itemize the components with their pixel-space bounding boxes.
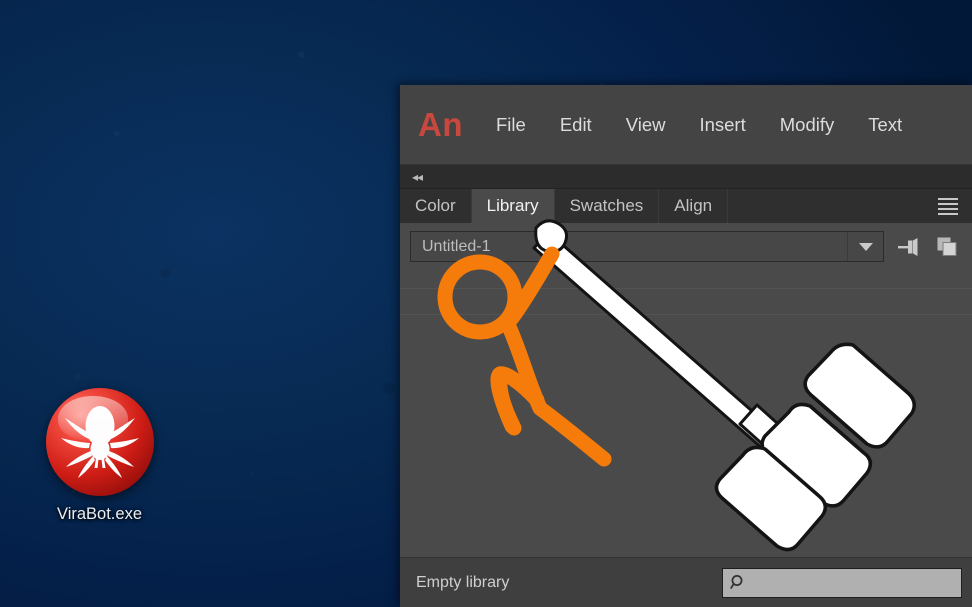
- panel-collapse-strip[interactable]: ◂◂: [400, 165, 972, 189]
- menu-item-file[interactable]: File: [479, 108, 543, 142]
- new-library-button[interactable]: [932, 232, 962, 262]
- menu-item-insert[interactable]: Insert: [682, 108, 762, 142]
- menu-bar: An File Edit View Insert Modify Text: [400, 85, 972, 165]
- pin-library-button[interactable]: [893, 232, 923, 262]
- tab-align[interactable]: Align: [659, 189, 729, 223]
- menu-item-view[interactable]: View: [609, 108, 683, 142]
- double-chevron-left-icon[interactable]: ◂◂: [412, 171, 423, 183]
- animate-application-window: An File Edit View Insert Modify Text ◂◂ …: [400, 85, 972, 607]
- library-search-box[interactable]: [722, 567, 962, 598]
- panel-hamburger-icon[interactable]: [924, 189, 972, 223]
- menu-item-text[interactable]: Text: [851, 108, 919, 142]
- menu-item-modify[interactable]: Modify: [763, 108, 852, 142]
- chevron-down-icon[interactable]: [847, 232, 883, 261]
- library-status-text: Empty library: [416, 573, 510, 591]
- library-toolbar: Untitled-1: [400, 223, 972, 270]
- library-document-select-value: Untitled-1: [422, 237, 491, 255]
- spider-icon: [45, 388, 154, 496]
- panel-tab-strip: Color Library Swatches Align: [400, 189, 972, 223]
- tab-swatches[interactable]: Swatches: [555, 189, 660, 223]
- search-icon: [730, 575, 743, 590]
- library-document-select[interactable]: Untitled-1: [410, 231, 884, 262]
- animate-logo-icon: An: [418, 105, 463, 143]
- tab-library[interactable]: Library: [471, 189, 555, 223]
- tab-strip-filler: [728, 189, 924, 223]
- desktop: ViraBot.exe An File Edit View Insert Mod…: [0, 0, 972, 607]
- menu-item-edit[interactable]: Edit: [543, 108, 609, 142]
- library-status-bar: Empty library: [400, 557, 972, 607]
- desktop-icon-label: ViraBot.exe: [57, 505, 142, 523]
- library-item-list[interactable]: [400, 270, 972, 557]
- library-search-input[interactable]: [747, 568, 961, 597]
- tab-color[interactable]: Color: [400, 189, 472, 223]
- desktop-icon-virabot[interactable]: ViraBot.exe: [22, 388, 177, 524]
